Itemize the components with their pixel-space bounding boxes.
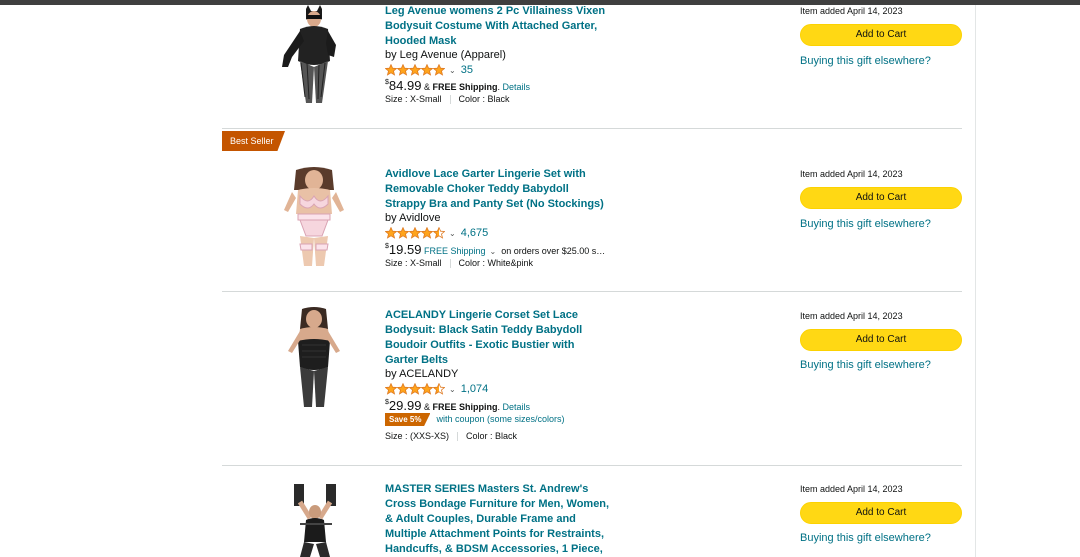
shipping-prefix: & xyxy=(421,82,433,92)
product-image[interactable] xyxy=(270,5,358,105)
price-currency: $ xyxy=(385,243,389,250)
size-value: Size : X-Small xyxy=(385,258,442,268)
rating-count-link[interactable]: 35 xyxy=(461,64,473,76)
item-divider xyxy=(222,465,962,466)
rating[interactable]: ⌄ 1,074 xyxy=(385,382,488,396)
product-title-link[interactable]: MASTER SERIES Masters St. Andrew's Cross… xyxy=(385,482,610,557)
buying-gift-elsewhere-link[interactable]: Buying this gift elsewhere? xyxy=(800,359,931,371)
item-added-date: Item added April 14, 2023 xyxy=(800,6,903,16)
item-divider xyxy=(222,128,962,129)
separator xyxy=(449,259,451,269)
star-icon xyxy=(433,64,445,76)
product-image[interactable] xyxy=(270,166,358,268)
size-value: Size : (XXS-XS) xyxy=(385,431,450,441)
star-icon xyxy=(397,227,409,239)
details-link[interactable]: Details xyxy=(502,82,530,92)
star-icon xyxy=(421,383,433,395)
shipping-label: FREE Shipping xyxy=(432,82,498,92)
price: 29.99 xyxy=(388,398,422,413)
price: 19.59 xyxy=(388,242,422,257)
price-line: $84.99 & FREE Shipping. Details xyxy=(385,78,530,93)
chevron-down-icon[interactable]: ⌄ xyxy=(449,66,456,75)
chevron-down-icon[interactable]: ⌄ xyxy=(449,229,456,238)
buying-gift-elsewhere-link[interactable]: Buying this gift elsewhere? xyxy=(800,218,931,230)
product-title-link[interactable]: ACELANDY Lingerie Corset Set Lace Bodysu… xyxy=(385,308,610,368)
price-line: $19.59 FREE Shipping ⌄ on orders over $25.… xyxy=(385,242,605,257)
shipping-note: on orders over $25.00 s… xyxy=(501,246,606,256)
rating-stars xyxy=(385,64,445,76)
star-icon xyxy=(421,227,433,239)
best-seller-badge: Best Seller xyxy=(222,131,285,151)
rating-count-link[interactable]: 1,074 xyxy=(461,383,489,395)
rating-stars xyxy=(385,227,445,239)
product-attributes: Size : X-Small Color : White&pink xyxy=(385,258,534,269)
star-icon xyxy=(409,383,421,395)
product-byline: by ACELANDY xyxy=(385,368,459,380)
save-badge: Save 5% xyxy=(385,413,431,426)
product-attributes: Size : (XXS-XS) Color : Black xyxy=(385,431,518,442)
coupon-link[interactable]: with coupon (some sizes/colors) xyxy=(436,414,564,424)
coupon-line: Save 5% with coupon (some sizes/colors) xyxy=(385,413,565,426)
add-to-cart-button[interactable]: Add to Cart xyxy=(800,502,962,524)
item-divider xyxy=(222,291,962,292)
product-byline: by Avidlove xyxy=(385,212,441,224)
details-link[interactable]: Details xyxy=(502,402,530,412)
item-added-date: Item added April 14, 2023 xyxy=(800,169,903,179)
rating[interactable]: ⌄ 4,675 xyxy=(385,226,488,240)
star-icon xyxy=(385,64,397,76)
color-value: Color : Black xyxy=(466,431,518,441)
shipping-label: FREE Shipping xyxy=(432,402,498,412)
price-currency: $ xyxy=(385,399,389,406)
star-icon xyxy=(421,64,433,76)
price-line: $29.99 & FREE Shipping. Details xyxy=(385,398,530,413)
star-icon xyxy=(409,227,421,239)
shipping-prefix: & xyxy=(421,402,433,412)
product-attributes: Size : X-Small Color : Black xyxy=(385,94,510,105)
product-title-link[interactable]: Avidlove Lace Garter Lingerie Set with R… xyxy=(385,167,610,212)
separator xyxy=(457,432,459,442)
size-value: Size : X-Small xyxy=(385,94,442,104)
star-icon xyxy=(433,227,445,239)
price: 84.99 xyxy=(388,78,422,93)
price-currency: $ xyxy=(385,79,389,86)
separator xyxy=(449,95,451,105)
rating[interactable]: ⌄ 35 xyxy=(385,63,473,77)
add-to-cart-button[interactable]: Add to Cart xyxy=(800,187,962,209)
product-image[interactable] xyxy=(270,307,358,409)
product-image[interactable] xyxy=(270,482,358,557)
star-icon xyxy=(433,383,445,395)
buying-gift-elsewhere-link[interactable]: Buying this gift elsewhere? xyxy=(800,532,931,544)
column-divider xyxy=(975,5,976,557)
rating-stars xyxy=(385,383,445,395)
chevron-down-icon[interactable]: ⌄ xyxy=(490,247,497,256)
star-icon xyxy=(385,383,397,395)
product-byline: by Leg Avenue (Apparel) xyxy=(385,49,506,61)
color-value: Color : Black xyxy=(458,94,510,104)
rating-count-link[interactable]: 4,675 xyxy=(461,227,489,239)
add-to-cart-button[interactable]: Add to Cart xyxy=(800,329,962,351)
free-shipping-link[interactable]: FREE Shipping xyxy=(424,246,486,256)
star-icon xyxy=(397,64,409,76)
star-icon xyxy=(385,227,397,239)
product-title-link[interactable]: Leg Avenue womens 2 Pc Villainess Vixen … xyxy=(385,4,610,49)
color-value: Color : White&pink xyxy=(458,258,534,268)
add-to-cart-button[interactable]: Add to Cart xyxy=(800,24,962,46)
star-icon xyxy=(409,64,421,76)
chevron-down-icon[interactable]: ⌄ xyxy=(449,385,456,394)
item-added-date: Item added April 14, 2023 xyxy=(800,311,903,321)
star-icon xyxy=(397,383,409,395)
buying-gift-elsewhere-link[interactable]: Buying this gift elsewhere? xyxy=(800,55,931,67)
item-added-date: Item added April 14, 2023 xyxy=(800,484,903,494)
